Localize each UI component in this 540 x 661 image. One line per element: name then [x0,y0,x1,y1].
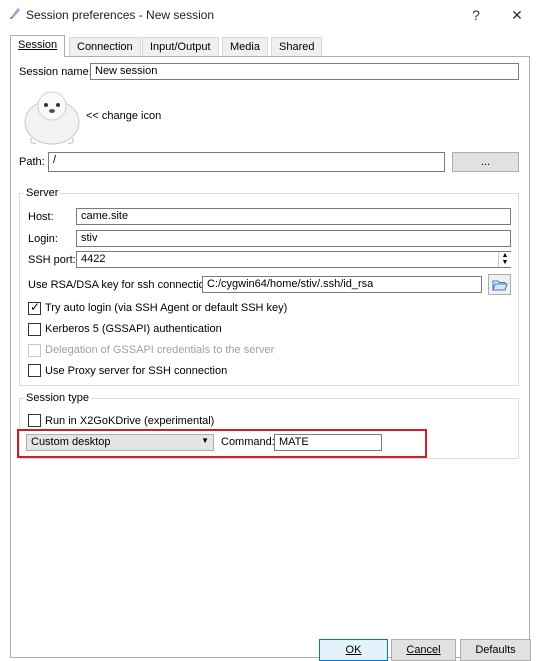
auto-login-label[interactable]: Try auto login (via SSH Agent or default… [45,302,287,314]
host-input[interactable]: came.site [76,208,511,225]
command-input[interactable]: MATE [274,434,382,451]
tab-shared-folders[interactable]: Shared folders [271,37,323,71]
dropdown-arrow-icon: ▼ [201,436,209,445]
session-name-label: Session name: [19,66,92,78]
checkmark-icon: ✓ [30,300,41,314]
delegation-label: Delegation of GSSAPI credentials to the … [45,344,275,356]
rsa-key-label: Use RSA/DSA key for ssh connection: [28,279,214,291]
host-label: Host: [28,211,54,223]
rsa-key-browse-button[interactable] [488,274,511,295]
change-icon-label[interactable]: << change icon [86,110,161,122]
delegation-checkbox [28,344,41,357]
path-input[interactable]: / [48,152,445,172]
session-type-value: Custom desktop [31,436,111,448]
close-button[interactable]: ✕ [499,2,535,28]
path-browse-button[interactable]: ... [452,152,519,172]
session-type-group-title: Session type [24,392,91,404]
auto-login-checkbox[interactable]: ✓ [28,300,41,315]
ssh-port-spinner[interactable]: ▲ ▼ [498,252,511,267]
tab-connection[interactable]: Connection [69,37,141,56]
folder-open-icon [491,280,508,291]
session-name-input[interactable]: New session [90,63,519,80]
window-title: Session preferences - New session [26,8,215,22]
kerberos-label[interactable]: Kerberos 5 (GSSAPI) authentication [45,323,222,335]
session-icon[interactable] [22,88,82,146]
command-label: Command: [221,436,275,448]
run-in-x2go-label[interactable]: Run in X2GoKDrive (experimental) [45,415,214,427]
help-button[interactable]: ? [458,2,494,28]
ssh-port-label: SSH port: [28,254,76,266]
session-type-select[interactable]: Custom desktop ▼ [26,434,214,451]
kerberos-checkbox[interactable] [28,323,41,336]
path-label: Path: [19,156,45,168]
spin-down-icon[interactable]: ▼ [499,259,511,266]
rsa-key-input[interactable]: C:/cygwin64/home/stiv/.ssh/id_rsa [202,276,482,293]
tab-media[interactable]: Media [222,37,268,56]
tab-input-output[interactable]: Input/Output [142,37,219,56]
login-input[interactable]: stiv [76,230,511,247]
run-in-x2go-checkbox[interactable] [28,414,41,427]
proxy-label[interactable]: Use Proxy server for SSH connection [45,365,227,377]
title-bar: Session preferences - New session ? ✕ [0,0,540,30]
ssh-port-value: 4422 [81,253,106,265]
proxy-checkbox[interactable] [28,364,41,377]
tab-session[interactable]: Session [10,35,66,57]
login-label: Login: [28,233,58,245]
app-pen-icon [8,6,22,20]
server-group-title: Server [24,187,61,199]
spin-up-icon[interactable]: ▲ [499,252,511,259]
ssh-port-input[interactable]: 4422 [76,251,511,268]
